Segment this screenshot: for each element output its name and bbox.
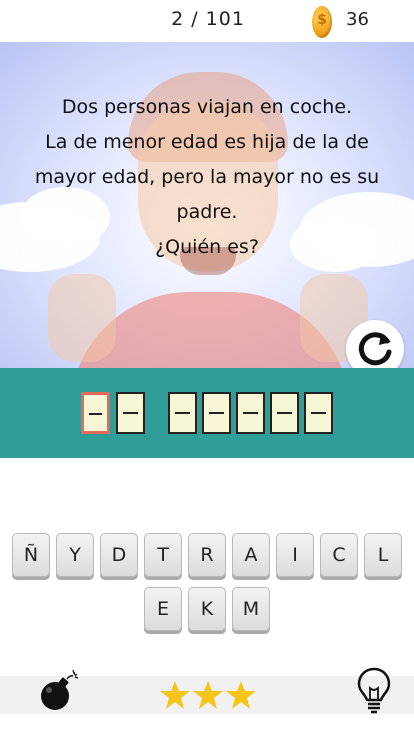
riddle-text: Dos personas viajan en coche. La de meno… bbox=[14, 90, 400, 265]
answer-slot[interactable] bbox=[116, 392, 145, 434]
star-icon bbox=[160, 681, 190, 709]
bomb-icon bbox=[41, 669, 79, 710]
letter-key[interactable]: I bbox=[276, 533, 314, 577]
lightbulb-icon bbox=[357, 667, 391, 714]
letter-key[interactable]: E bbox=[144, 587, 182, 631]
riddle-line: ¿Quién es? bbox=[155, 236, 259, 258]
answer-slot[interactable] bbox=[304, 392, 333, 434]
character-fist-left bbox=[48, 274, 116, 362]
top-bar: 2 / 101 36 bbox=[0, 0, 414, 42]
letter-key[interactable]: A bbox=[232, 533, 270, 577]
riddle-line: Dos personas viajan en coche. bbox=[61, 96, 353, 118]
answer-slot[interactable] bbox=[236, 392, 265, 434]
letter-key[interactable]: Y bbox=[56, 533, 94, 577]
answer-slot[interactable] bbox=[81, 392, 110, 434]
bomb-button[interactable] bbox=[36, 669, 80, 713]
letter-key[interactable]: C bbox=[320, 533, 358, 577]
coin-count: 36 bbox=[346, 9, 369, 30]
letter-key[interactable]: T bbox=[144, 533, 182, 577]
letter-key[interactable]: R bbox=[188, 533, 226, 577]
riddle-line: La de menor edad es hija de la de bbox=[45, 131, 369, 153]
answer-slot[interactable] bbox=[202, 392, 231, 434]
star-icon bbox=[193, 681, 223, 709]
letter-key[interactable]: Ñ bbox=[12, 533, 50, 577]
coin-icon bbox=[312, 6, 332, 38]
star-rating bbox=[160, 681, 256, 709]
letter-key[interactable]: L bbox=[364, 533, 402, 577]
hint-button[interactable] bbox=[356, 666, 392, 714]
letter-key[interactable]: D bbox=[100, 533, 138, 577]
refresh-icon bbox=[358, 332, 392, 366]
answer-slot[interactable] bbox=[168, 392, 197, 434]
level-counter: 2 / 101 bbox=[171, 8, 245, 30]
riddle-line: mayor edad, pero la mayor no es su bbox=[34, 166, 380, 188]
answer-panel bbox=[0, 368, 414, 458]
answer-slot[interactable] bbox=[270, 392, 299, 434]
letter-key[interactable]: K bbox=[188, 587, 226, 631]
star-icon bbox=[226, 681, 256, 709]
letter-key[interactable]: M bbox=[232, 587, 270, 631]
riddle-illustration: Dos personas viajan en coche. La de meno… bbox=[0, 42, 414, 368]
refresh-button[interactable] bbox=[346, 320, 404, 368]
riddle-line: padre. bbox=[176, 201, 238, 223]
